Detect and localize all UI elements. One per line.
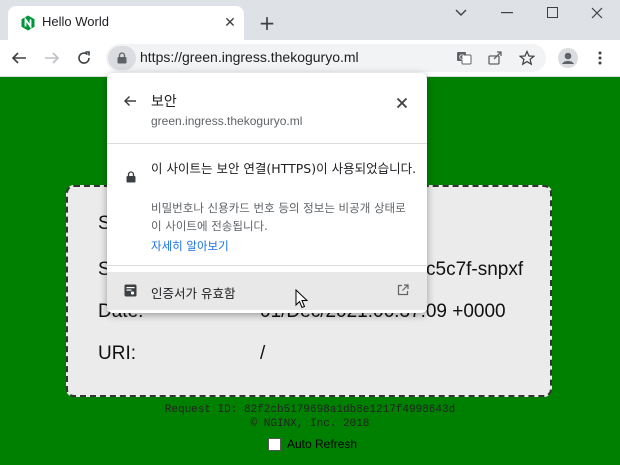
- translate-button[interactable]: G: [450, 44, 478, 72]
- share-button[interactable]: [481, 44, 509, 72]
- site-info-button[interactable]: [108, 46, 136, 70]
- toolbar: https://green.ingress.thekoguryo.ml G: [0, 40, 620, 77]
- more-vert-icon: [598, 51, 602, 65]
- new-tab-button[interactable]: +: [254, 10, 280, 36]
- popup-divider: [107, 265, 427, 266]
- tab-search-chevron-icon[interactable]: [438, 0, 484, 26]
- profile-button[interactable]: [554, 44, 582, 72]
- reload-icon: [78, 51, 90, 64]
- share-icon: [488, 51, 502, 65]
- translate-icon: G: [457, 52, 472, 65]
- learn-more-link[interactable]: 자세히 알아보기: [151, 238, 229, 254]
- certificate-label: 인증서가 유효함: [151, 286, 236, 301]
- certificate-icon: [124, 284, 137, 297]
- uri-label: URI:: [98, 343, 136, 364]
- url-text: https://green.ingress.thekoguryo.ml: [140, 49, 359, 65]
- auto-refresh-checkbox[interactable]: [268, 437, 281, 451]
- close-tab-icon[interactable]: ✕: [220, 13, 240, 33]
- popup-back-button[interactable]: [123, 93, 137, 112]
- popup-title: 보안: [151, 94, 177, 110]
- star-icon: [519, 50, 535, 66]
- back-arrow-icon: [11, 52, 26, 64]
- uri-value: /: [260, 343, 266, 364]
- request-id: Request ID: 82f2cb5179698a1db8e1217f4998…: [164, 404, 456, 416]
- tab-strip: Hello World ✕ +: [0, 0, 620, 40]
- close-icon: [396, 97, 408, 109]
- menu-button[interactable]: [586, 44, 614, 72]
- forward-button[interactable]: [38, 44, 66, 72]
- external-link-icon: [397, 284, 409, 296]
- reload-button[interactable]: [70, 44, 98, 72]
- security-popup: 보안 green.ingress.thekoguryo.ml 이 사이트는 보안…: [107, 73, 427, 313]
- svg-text:G: G: [459, 54, 464, 62]
- nginx-favicon-icon: [21, 15, 35, 31]
- server-name-value: c5c7f-snpxf: [426, 259, 524, 280]
- popup-divider: [107, 143, 427, 144]
- connection-secure-detail: 비밀번호나 신용카드 번호 등의 정보는 비공개 상태로 이 사이트에 전송됩니…: [151, 201, 406, 233]
- auto-refresh-label: Auto Refresh: [287, 437, 358, 451]
- lock-icon: [126, 171, 136, 183]
- popup-close-button[interactable]: [396, 94, 408, 113]
- lock-icon: [117, 52, 127, 64]
- address-bar[interactable]: https://green.ingress.thekoguryo.ml: [106, 44, 546, 72]
- forward-arrow-icon: [45, 52, 60, 64]
- connection-secure-message: 이 사이트는 보안 연결(HTTPS)이 사용되었습니다.: [151, 161, 417, 176]
- back-button[interactable]: [5, 44, 33, 72]
- bookmark-button[interactable]: [513, 44, 541, 72]
- tab-hello-world[interactable]: Hello World ✕: [8, 6, 244, 40]
- certificate-valid-button[interactable]: 인증서가 유효함: [107, 272, 427, 310]
- auto-refresh[interactable]: Auto Refresh: [268, 437, 357, 451]
- back-arrow-icon: [123, 95, 136, 107]
- popup-host: green.ingress.thekoguryo.ml: [151, 114, 303, 128]
- maximize-icon[interactable]: [530, 0, 576, 26]
- window-close-icon[interactable]: [574, 0, 620, 26]
- tab-title: Hello World: [42, 14, 109, 29]
- avatar-icon: [558, 48, 578, 68]
- minimize-icon[interactable]: [484, 0, 530, 26]
- footer-copyright: © NGINX, Inc. 2018: [250, 418, 370, 430]
- mouse-cursor-icon: [295, 289, 309, 309]
